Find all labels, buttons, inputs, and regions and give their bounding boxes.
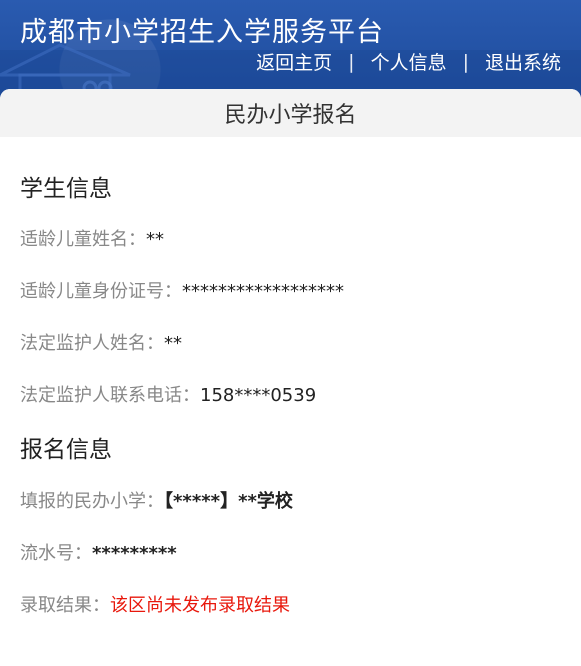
field-label: 录取结果：: [20, 595, 110, 616]
child-name-row: 适龄儿童姓名：**: [20, 225, 164, 251]
student-info-heading: 学生信息: [20, 176, 112, 202]
field-label: 法定监护人姓名：: [20, 333, 164, 354]
field-label: 流水号：: [20, 543, 92, 564]
field-label: 适龄儿童身份证号：: [20, 281, 182, 302]
top-nav: 返回主页 | 个人信息 | 退出系统: [256, 48, 561, 75]
nav-home-link[interactable]: 返回主页: [256, 48, 332, 75]
nav-separator: |: [462, 50, 469, 73]
page-title: 民办小学报名: [0, 89, 581, 137]
field-value: 【*****】**学校: [164, 491, 293, 512]
registration-info-heading: 报名信息: [20, 437, 112, 463]
serial-number-row: 流水号：*********: [20, 539, 177, 565]
admission-result-status: 该区尚未发布录取结果: [110, 595, 290, 616]
field-value: **: [146, 229, 164, 250]
main-panel: 民办小学报名 学生信息 适龄儿童姓名：** 适龄儿童身份证号：*********…: [0, 89, 581, 666]
field-value: 158****0539: [200, 385, 317, 406]
guardian-name-row: 法定监护人姓名：**: [20, 329, 182, 355]
nav-separator: |: [348, 50, 355, 73]
field-label: 填报的民办小学：: [20, 491, 164, 512]
field-value: *********: [92, 543, 177, 564]
nav-profile-link[interactable]: 个人信息: [371, 48, 447, 75]
field-value: **: [164, 333, 182, 354]
field-label: 法定监护人联系电话：: [20, 385, 200, 406]
guardian-phone-row: 法定监护人联系电话：158****0539: [20, 381, 316, 407]
school-row: 填报的民办小学：【*****】**学校: [20, 487, 293, 513]
nav-logout-link[interactable]: 退出系统: [485, 48, 561, 75]
app-title: 成都市小学招生入学服务平台: [20, 17, 384, 48]
app-header: 成都市小学招生入学服务平台 返回主页 | 个人信息 | 退出系统: [0, 0, 581, 100]
field-label: 适龄儿童姓名：: [20, 229, 146, 250]
admission-result-row: 录取结果：该区尚未发布录取结果: [20, 591, 290, 617]
child-id-row: 适龄儿童身份证号：******************: [20, 277, 344, 303]
field-value: ******************: [182, 281, 344, 302]
